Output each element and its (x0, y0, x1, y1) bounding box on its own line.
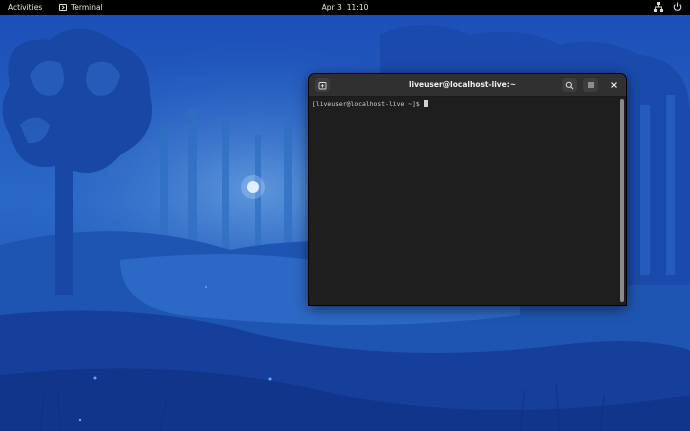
close-button[interactable] (606, 78, 621, 92)
hamburger-menu-icon (587, 82, 594, 88)
main-menu-button[interactable] (583, 78, 598, 92)
clock-date: Apr 3 (321, 3, 342, 12)
close-icon (610, 82, 617, 88)
window-title: liveuser@localhost-live:~ (408, 80, 517, 89)
clock-time: 11:10 (346, 3, 369, 12)
desktop: Activities Terminal Apr 3 11:10 liveuser… (0, 0, 690, 431)
system-tray[interactable] (654, 2, 682, 12)
shell-prompt-line: [liveuser@localhost-live ~]$ (312, 100, 428, 108)
search-button[interactable] (562, 78, 577, 92)
terminal-window[interactable]: liveuser@localhost-live:~ [liveuser@loca… (308, 73, 627, 306)
new-tab-icon (318, 81, 327, 89)
terminal-scrollbar[interactable] (620, 99, 624, 302)
clock-button[interactable]: Apr 3 11:10 (0, 3, 690, 12)
text-cursor (423, 100, 428, 107)
search-icon (565, 81, 574, 89)
terminal-content[interactable]: [liveuser@localhost-live ~]$ (309, 97, 626, 305)
shell-prompt: [liveuser@localhost-live ~]$ (312, 100, 424, 108)
window-headerbar[interactable]: liveuser@localhost-live:~ (309, 74, 626, 97)
network-icon (654, 2, 663, 12)
power-icon (673, 2, 682, 11)
top-bar: Activities Terminal Apr 3 11:10 (0, 0, 690, 15)
new-tab-button[interactable] (315, 78, 330, 92)
